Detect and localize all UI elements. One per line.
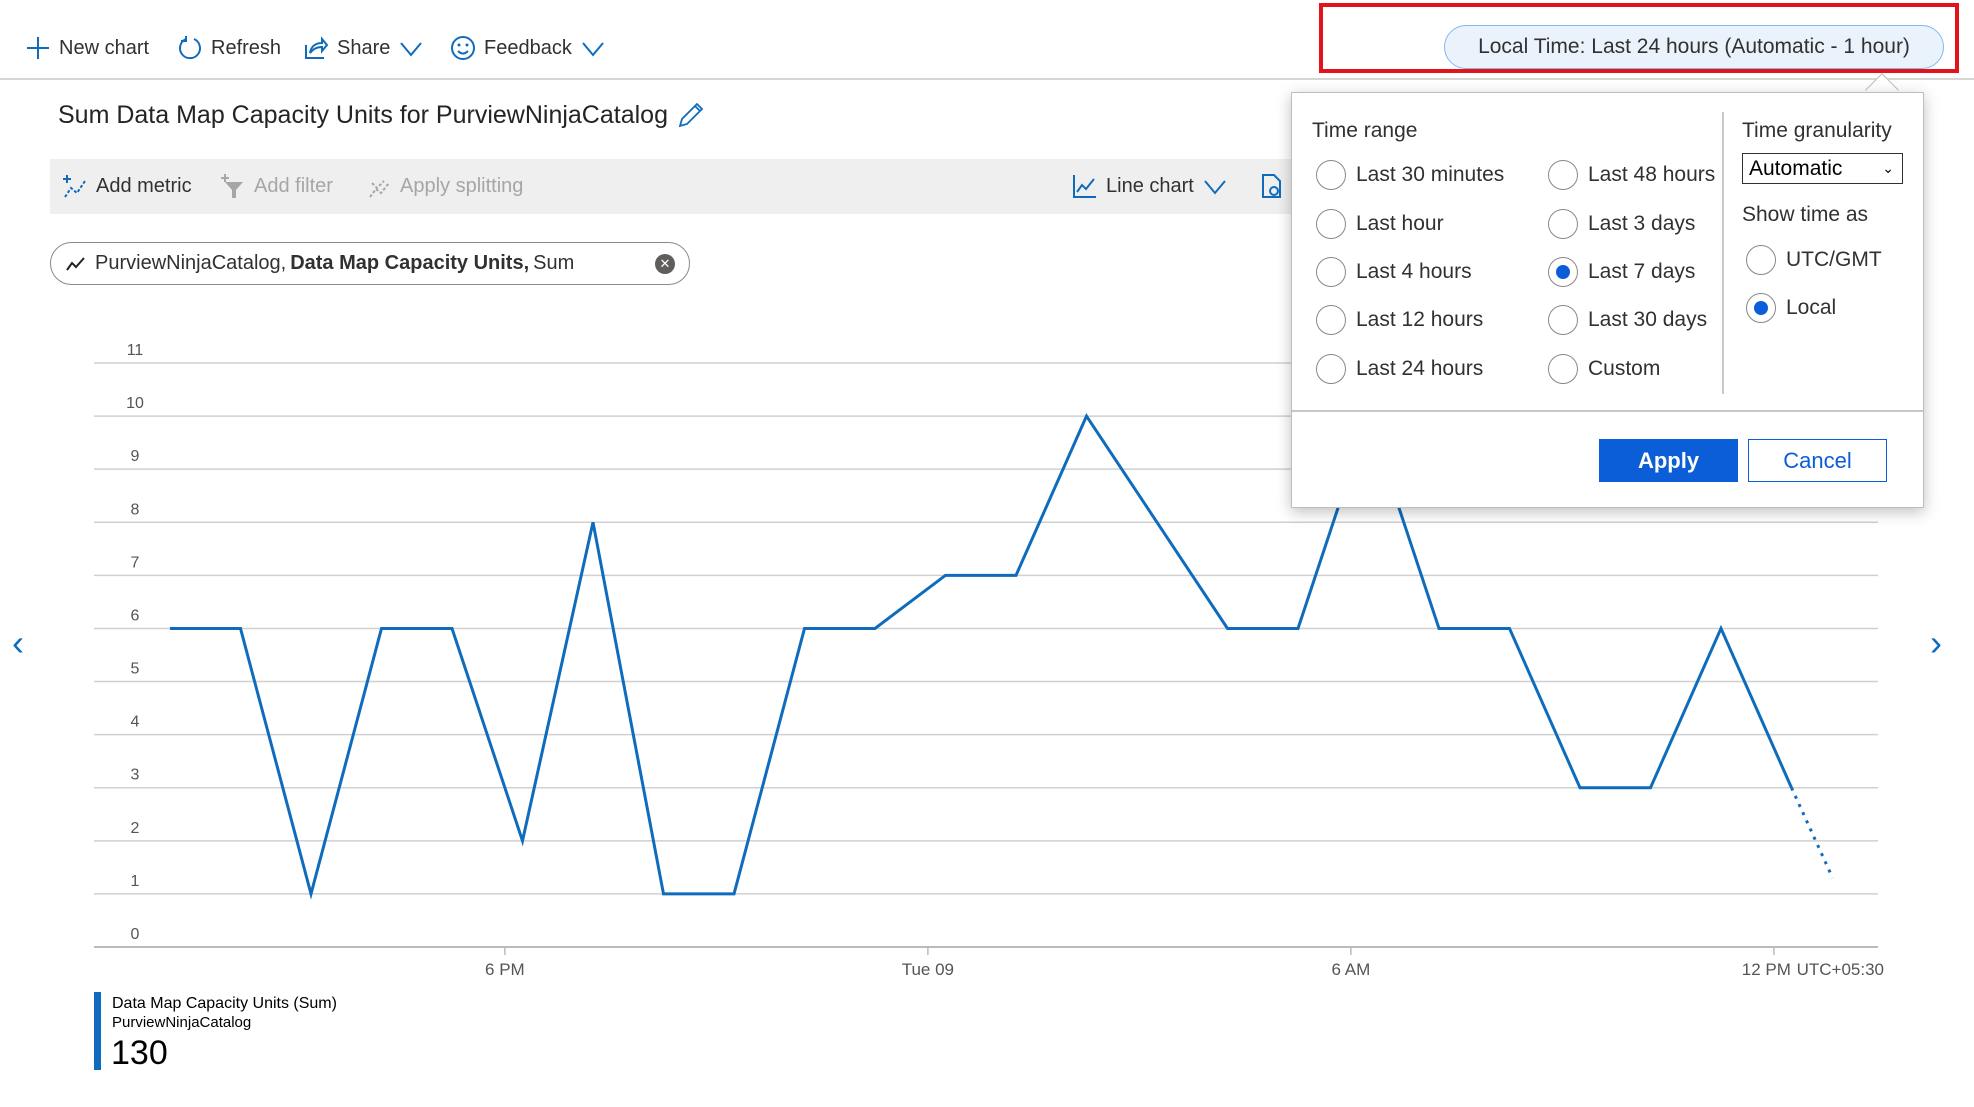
cancel-button[interactable]: Cancel <box>1748 439 1887 482</box>
option-label: Last 3 days <box>1588 212 1696 235</box>
legend-total: 130 <box>111 1034 168 1072</box>
y-tick-label: 3 <box>131 767 140 784</box>
time-range-option[interactable]: Last hour <box>1316 209 1444 239</box>
y-tick-label: 10 <box>126 395 144 412</box>
legend-color-bar <box>94 992 101 1070</box>
option-label: Last 12 hours <box>1356 308 1484 331</box>
x-tick-label: 12 PM <box>1742 960 1791 979</box>
chevron-down-icon: ⌄ <box>1882 160 1894 176</box>
y-tick-label: 8 <box>131 501 140 518</box>
x-tick-label: Tue 09 <box>902 960 954 979</box>
radio-button[interactable] <box>1746 293 1776 323</box>
option-label: Last 4 hours <box>1356 260 1472 283</box>
option-label: Last 30 days <box>1588 308 1708 331</box>
radio-button[interactable] <box>1316 160 1346 190</box>
time-range-option[interactable]: Last 4 hours <box>1316 257 1472 287</box>
time-range-option[interactable]: Last 7 days <box>1548 257 1695 287</box>
radio-button[interactable] <box>1316 354 1346 384</box>
time-picker-popup: Time range Last 30 minutes Last hour Last … <box>1291 92 1924 508</box>
apply-button[interactable]: Apply <box>1599 439 1738 482</box>
time-range-option[interactable]: Last 30 minutes <box>1316 160 1504 190</box>
radio-button[interactable] <box>1316 305 1346 335</box>
radio-button[interactable] <box>1548 257 1578 287</box>
option-label: Local <box>1786 296 1837 319</box>
y-tick-label: 6 <box>131 607 140 624</box>
option-label: Last 24 hours <box>1356 357 1484 380</box>
y-tick-label: 9 <box>131 448 140 465</box>
timezone-label: UTC+05:30 <box>1797 960 1884 979</box>
time-range-option[interactable]: Last 30 days <box>1548 305 1707 335</box>
x-tick-label: 6 PM <box>485 960 525 979</box>
granularity-value: Automatic <box>1749 156 1843 180</box>
option-label: Custom <box>1588 357 1661 380</box>
legend-resource: PurviewNinjaCatalog <box>112 1014 252 1031</box>
y-tick-label: 1 <box>131 873 140 890</box>
y-tick-label: 2 <box>131 820 140 837</box>
chevron-right-icon[interactable]: › <box>1930 622 1942 664</box>
y-tick-label: 4 <box>131 714 140 731</box>
radio-button[interactable] <box>1746 245 1776 275</box>
divider <box>1292 410 1923 412</box>
option-label: Last 48 hours <box>1588 163 1716 186</box>
legend-series: Data Map Capacity Units (Sum) <box>112 995 337 1012</box>
y-tick-label: 7 <box>131 554 140 571</box>
y-tick-label: 5 <box>131 661 140 678</box>
radio-button[interactable] <box>1548 160 1578 190</box>
radio-button[interactable] <box>1548 209 1578 239</box>
radio-button[interactable] <box>1316 209 1346 239</box>
time-range-option[interactable]: Last 3 days <box>1548 209 1695 239</box>
x-tick-label: 6 AM <box>1332 960 1371 979</box>
option-label: Last 30 minutes <box>1356 163 1505 186</box>
show-time-as-label: Show time as <box>1742 203 1869 226</box>
time-range-option[interactable]: Custom <box>1548 354 1660 384</box>
time-range-option[interactable]: Last 48 hours <box>1548 160 1715 190</box>
y-tick-label: 0 <box>131 926 140 943</box>
radio-button[interactable] <box>1316 257 1346 287</box>
time-range-option[interactable]: Last 24 hours <box>1316 354 1483 384</box>
time-range-option[interactable]: Last 12 hours <box>1316 305 1483 335</box>
y-tick-label: 11 <box>127 342 144 359</box>
chevron-left-icon[interactable]: ‹ <box>12 622 24 664</box>
divider <box>1722 112 1724 394</box>
granularity-select[interactable]: Automatic ⌄ <box>1742 153 1903 184</box>
incomplete-segment <box>1790 787 1834 879</box>
option-label: Last 7 days <box>1588 260 1696 283</box>
option-label: UTC/GMT <box>1786 248 1882 271</box>
show-time-option[interactable]: UTC/GMT <box>1746 245 1882 275</box>
show-time-option[interactable]: Local <box>1746 293 1836 323</box>
radio-button[interactable] <box>1548 305 1578 335</box>
time-range-label: Time range <box>1312 119 1418 142</box>
option-label: Last hour <box>1356 212 1444 235</box>
radio-button[interactable] <box>1548 354 1578 384</box>
granularity-label: Time granularity <box>1742 119 1892 142</box>
